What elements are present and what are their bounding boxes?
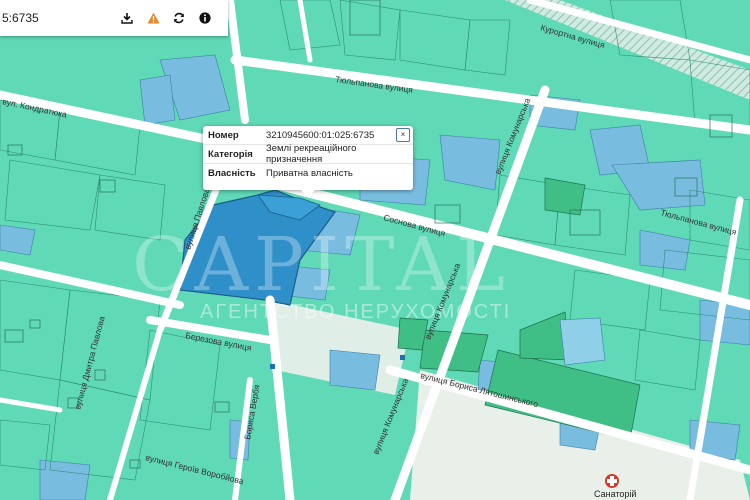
popup-row-ownership: Власність Приватна власність (203, 164, 413, 182)
refresh-icon (174, 12, 184, 24)
pond (559, 317, 606, 366)
cadastral-number-field[interactable]: 5:6735 (0, 11, 114, 25)
refresh-button[interactable] (166, 5, 192, 31)
download-icon (121, 13, 133, 24)
popup-row-category: Категорія Землі рекреаційного призначенн… (203, 143, 413, 165)
marker (270, 364, 275, 369)
popup-key: Категорія (208, 148, 253, 160)
map-toolbar: 5:6735 (0, 0, 228, 36)
watermark-subtitle: АГЕНТСТВО НЕРУХОМОСТІ (200, 301, 511, 323)
poi-label: Санаторій (594, 489, 636, 499)
popup-value: Приватна власність (266, 167, 353, 179)
parcel-info-popup: × Номер 3210945600:01:025:6735 Категорія… (203, 126, 413, 197)
marker (400, 355, 405, 360)
warning-icon (147, 12, 159, 24)
warning-button[interactable] (140, 5, 166, 31)
cadastral-map[interactable]: CAPITAL АГЕНТСТВО НЕРУХОМОСТІ Курортна в… (0, 0, 750, 500)
popup-value: 3210945600:01:025:6735 (266, 129, 375, 141)
popup-value: Землі рекреаційного призначення (266, 143, 357, 165)
popup-key: Власність (208, 167, 256, 179)
info-icon (199, 12, 211, 24)
info-button[interactable] (192, 5, 218, 31)
popup-key: Номер (208, 129, 239, 141)
download-button[interactable] (114, 5, 140, 31)
close-button[interactable]: × (396, 128, 410, 142)
